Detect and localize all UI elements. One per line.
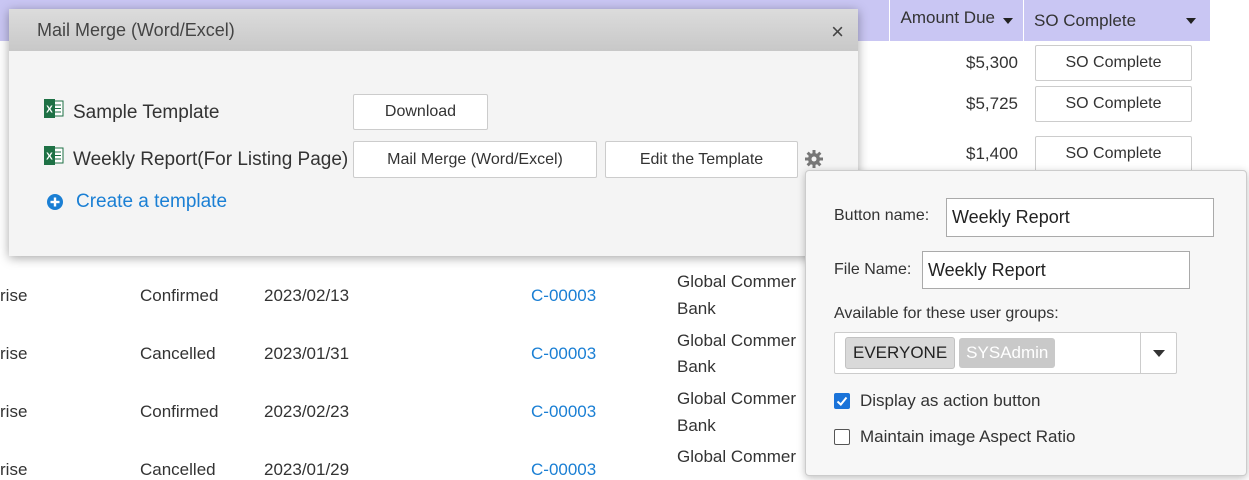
aspect-ratio-checkbox[interactable] [834, 429, 850, 445]
status-cell: Confirmed [140, 286, 219, 305]
so-complete-button[interactable]: SO Complete [1035, 86, 1192, 122]
chevron-down-icon [1152, 349, 1165, 357]
button-name-label: Button name: [834, 207, 930, 224]
amount-cell: $5,725 [966, 94, 1018, 113]
excel-file-icon: X [44, 146, 64, 165]
column-header-so-complete[interactable]: SO Complete [1024, 0, 1211, 41]
checkmark-icon [836, 396, 848, 406]
sample-template-label: Sample Template [73, 102, 220, 123]
so-complete-header-text: SO Complete [1034, 10, 1137, 30]
customer-cell: Global Commer [677, 272, 797, 291]
customer-id-link[interactable]: C-00003 [531, 286, 596, 306]
so-complete-button[interactable]: SO Complete [1035, 45, 1192, 81]
customer-cell: Global Commer [677, 447, 797, 466]
customer-cell-line2: Bank [677, 357, 716, 376]
date-cell: 2023/02/23 [264, 402, 350, 421]
status-cell: Confirmed [140, 402, 219, 421]
mail-merge-button[interactable]: Mail Merge (Word/Excel) [353, 141, 597, 178]
file-name-label: File Name: [834, 261, 912, 278]
template-settings-popover: Button name: Weekly Report File Name: We… [805, 170, 1247, 476]
amount-cell: $1,400 [966, 144, 1018, 163]
column-header-amount-due[interactable]: Amount Due [890, 0, 1024, 41]
download-button[interactable]: Download [353, 94, 488, 130]
display-action-checkbox[interactable] [834, 393, 850, 409]
sort-caret-icon[interactable] [1003, 17, 1013, 24]
file-name-input[interactable]: Weekly Report [922, 251, 1190, 289]
customer-cell: Global Commer [677, 331, 797, 350]
sort-caret-icon[interactable] [1186, 17, 1196, 24]
cell-col1: rise [0, 460, 28, 479]
customer-cell-line2: Bank [677, 299, 716, 318]
status-cell: Cancelled [140, 460, 216, 479]
weekly-report-label: Weekly Report(For Listing Page) [73, 149, 349, 170]
date-cell: 2023/02/13 [264, 286, 350, 305]
amount-due-header-text: Amount Due [900, 8, 996, 27]
cell-col1: rise [0, 286, 28, 305]
group-tag-sysadmin[interactable]: SYSAdmin [959, 338, 1056, 368]
user-groups-label: Available for these user groups: [834, 305, 1059, 322]
gear-icon[interactable] [804, 149, 824, 169]
svg-text:X: X [46, 105, 53, 116]
so-complete-button[interactable]: SO Complete [1035, 136, 1192, 172]
aspect-ratio-label: Maintain image Aspect Ratio [860, 427, 1076, 446]
excel-file-icon: X [44, 99, 64, 118]
cell-col1: rise [0, 402, 28, 421]
date-cell: 2023/01/31 [264, 344, 350, 363]
customer-id-link[interactable]: C-00003 [531, 344, 596, 364]
group-tag-everyone[interactable]: EVERYONE [845, 337, 956, 369]
mail-merge-dialog: Mail Merge (Word/Excel) × X Sample Templ… [9, 9, 858, 256]
close-icon[interactable]: × [831, 19, 844, 45]
create-template-link[interactable]: Create a template [46, 191, 227, 213]
customer-id-link[interactable]: C-00003 [531, 402, 596, 422]
amount-cell: $5,300 [966, 53, 1018, 72]
dialog-title: Mail Merge (Word/Excel) [37, 19, 235, 40]
button-name-input[interactable]: Weekly Report [946, 198, 1214, 237]
user-groups-select[interactable]: EVERYONE SYSAdmin [834, 332, 1177, 374]
create-template-label: Create a template [76, 191, 228, 212]
customer-id-link[interactable]: C-00003 [531, 460, 596, 480]
date-cell: 2023/01/29 [264, 460, 350, 479]
svg-text:X: X [46, 152, 53, 163]
plus-circle-icon [47, 194, 63, 210]
status-cell: Cancelled [140, 344, 216, 363]
dialog-header: Mail Merge (Word/Excel) × [9, 9, 858, 51]
display-action-label: Display as action button [860, 391, 1041, 410]
customer-cell: Global Commer [677, 389, 797, 408]
customer-cell-line2: Bank [677, 416, 716, 435]
edit-template-button[interactable]: Edit the Template [605, 141, 798, 178]
cell-col1: rise [0, 344, 28, 363]
dropdown-toggle[interactable] [1140, 333, 1176, 373]
